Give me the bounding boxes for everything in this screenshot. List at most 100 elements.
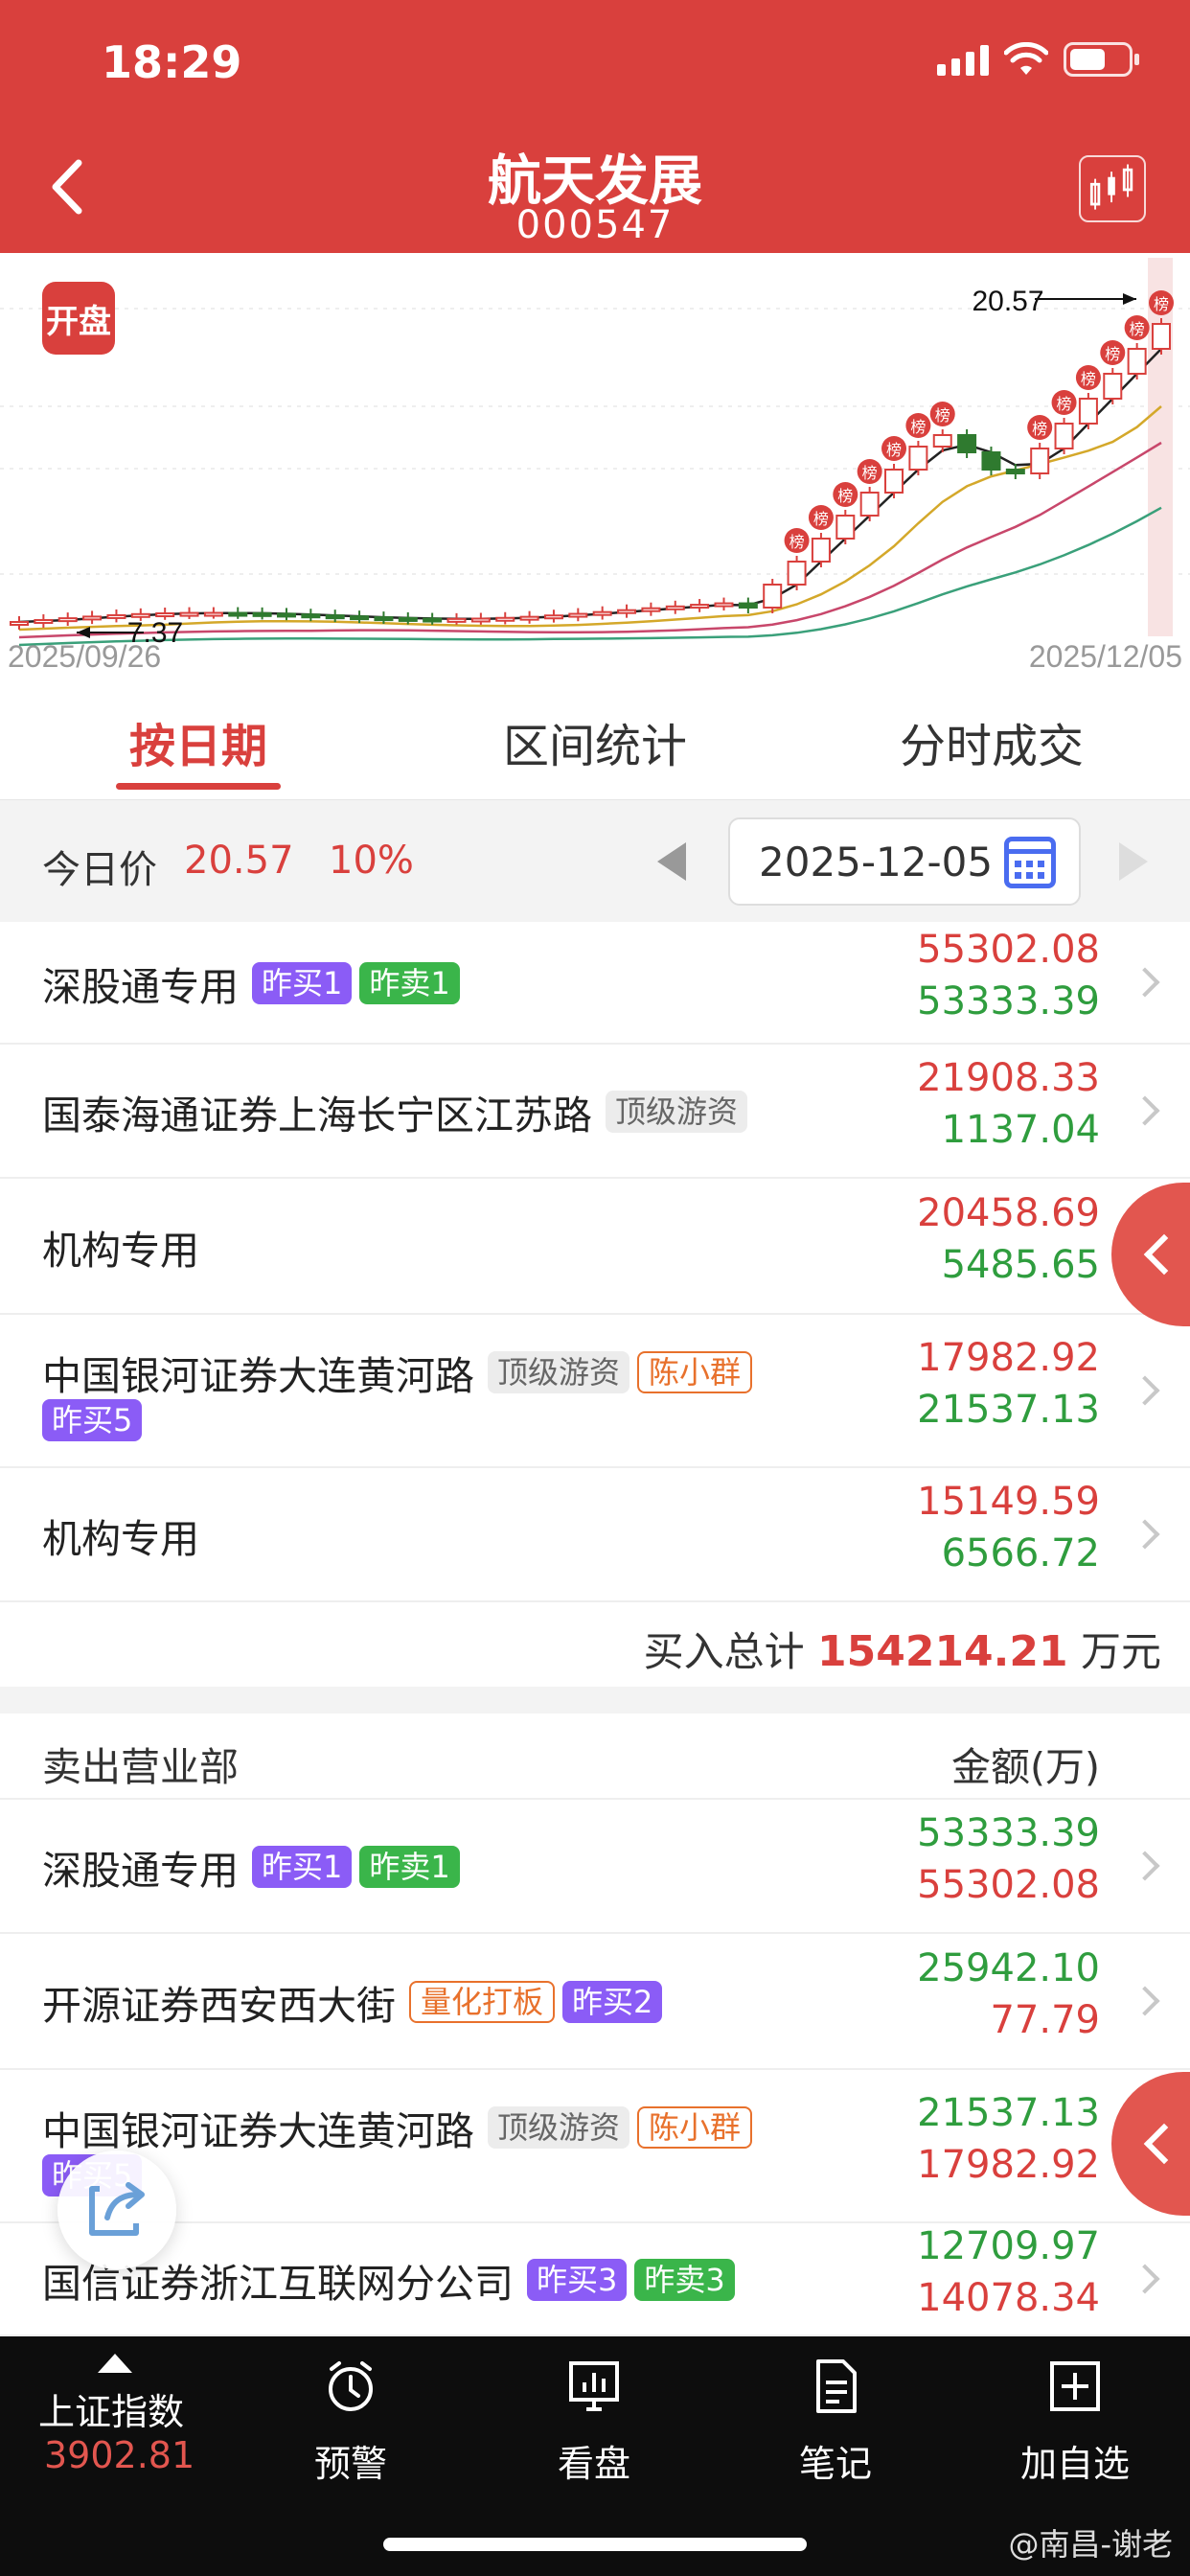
chevron-right-icon	[1130, 1095, 1160, 1126]
broker-row[interactable]: 国泰海通证券上海长宁区江苏路 顶级游资 21908.33 1137.04	[0, 1045, 1190, 1179]
candle-body	[106, 613, 126, 619]
date-picker-value: 2025-12-05	[759, 839, 994, 886]
sell-amount: 6566.72	[941, 1531, 1100, 1576]
wifi-icon	[1004, 42, 1048, 75]
status-time: 18:29	[102, 36, 242, 88]
nav-watch-label: 看盘	[557, 2443, 630, 2485]
today-price-value: 20.57	[184, 839, 294, 883]
candle	[592, 606, 612, 620]
tab-range-stats[interactable]: 区间统计	[397, 684, 793, 799]
tab-bar: 按日期 区间统计 分时成交	[0, 684, 1190, 799]
home-indicator[interactable]	[383, 2538, 807, 2551]
prev-date-arrow-icon[interactable]	[657, 842, 686, 881]
buy-amount: 17982.92	[917, 1336, 1100, 1380]
add-favorite-icon	[1050, 2361, 1100, 2411]
tab-by-date[interactable]: 按日期	[0, 684, 397, 799]
broker-row[interactable]: 国信证券浙江互联网分公司 昨买3 昨卖3 12709.97 14078.34	[0, 2223, 1190, 2336]
broker-row[interactable]: 机构专用 15149.59 6566.72	[0, 1468, 1190, 1602]
candle	[763, 579, 783, 613]
candle	[884, 464, 904, 498]
candle	[1127, 343, 1147, 380]
buy-amount: 21537.13	[917, 2091, 1100, 2135]
price-bar: 今日价 20.57 10% 2025-12-05	[0, 799, 1190, 922]
broker-row[interactable]: 中国银河证券大连黄河路 顶级游资 陈小群 昨买5 17982.92 21537.13	[0, 1315, 1190, 1468]
broker-row[interactable]: 机构专用 20458.69 5485.65	[0, 1179, 1190, 1315]
broker-row[interactable]: 开源证券西安西大街 量化打板 昨买2 25942.10 77.79	[0, 1934, 1190, 2070]
candle-body	[543, 614, 563, 620]
candle-body	[714, 602, 734, 608]
tab-intraday-trades[interactable]: 分时成交	[793, 684, 1190, 799]
candle	[690, 599, 710, 612]
candle	[276, 608, 296, 621]
broker-tag: 昨买3	[527, 2259, 628, 2301]
buy-amount: 53333.39	[917, 1811, 1100, 1855]
candle-body	[641, 607, 661, 612]
app-header: 18:29 航天发展 000547	[0, 0, 1190, 253]
open-badge[interactable]: 开盘	[42, 282, 115, 355]
candle	[228, 607, 248, 619]
chart-max-label: 20.57	[972, 286, 1043, 317]
buy-total: 买入总计 154214.21 万元	[0, 1602, 1190, 1687]
chevron-right-icon	[1130, 2264, 1160, 2294]
broker-name: 机构专用	[42, 1516, 199, 1562]
today-price-label: 今日价	[42, 848, 157, 892]
broker-name-line: 机构专用	[42, 1506, 866, 1564]
candle	[665, 600, 685, 614]
note-icon	[816, 2359, 857, 2413]
broker-tag: 顶级游资	[606, 1091, 748, 1133]
rank-marker-label: 榜	[1130, 320, 1145, 338]
sell-amount: 55302.08	[917, 1863, 1100, 1907]
candle-body	[1054, 423, 1074, 449]
candle-body	[301, 613, 321, 619]
candle-body	[34, 619, 54, 625]
candle-body	[350, 615, 370, 621]
candle-body	[617, 609, 637, 614]
candle-body	[446, 617, 467, 623]
broker-row[interactable]: 深股通专用 昨买1 昨卖1 53333.39 55302.08	[0, 1800, 1190, 1934]
broker-tag: 顶级游资	[488, 2106, 630, 2149]
buy-total-value: 154214.21	[816, 1627, 1068, 1676]
candle	[519, 610, 539, 624]
candle-body	[252, 611, 272, 617]
status-icons	[937, 42, 1139, 77]
candle-body	[592, 610, 612, 616]
broker-tag: 量化打板	[409, 1981, 556, 2023]
rank-marker-label: 榜	[813, 510, 829, 528]
broker-row[interactable]: 中国银河证券大连黄河路顶级游资陈小群昨买521537.1317982.92	[0, 2070, 1190, 2223]
candle-body	[470, 617, 491, 623]
next-date-arrow-icon[interactable]	[1119, 842, 1148, 881]
candle-body	[763, 584, 783, 609]
sell-amount: 53333.39	[917, 979, 1100, 1024]
rank-marker-label: 榜	[910, 418, 926, 436]
rank-marker-label: 榜	[935, 406, 950, 425]
today-change-pct: 10%	[329, 839, 414, 883]
candle-body	[179, 611, 199, 617]
candle-body	[1005, 469, 1025, 474]
nav-add-favorite-label: 加自选	[1019, 2443, 1130, 2485]
share-button[interactable]	[57, 2150, 176, 2269]
candle-body	[82, 615, 103, 621]
candle	[1152, 318, 1171, 355]
buy-amount: 12709.97	[917, 2224, 1100, 2268]
date-picker[interactable]: 2025-12-05	[728, 817, 1081, 906]
sell-header: 卖出营业部 金额(万)	[0, 1714, 1190, 1800]
candle	[446, 612, 467, 625]
candlestick-icon[interactable]	[1079, 155, 1146, 222]
calendar-icon	[1004, 837, 1056, 888]
rank-marker-label: 榜	[790, 533, 805, 551]
buy-total-text: 买入总计 154214.21 万元	[644, 1620, 1161, 1678]
price-chart[interactable]: 榜榜榜榜榜榜榜榜榜榜榜榜榜 20.57 7.37 2025/09/26 2025…	[0, 253, 1190, 684]
candle-body	[1152, 323, 1171, 350]
candle-body	[811, 538, 831, 563]
candle	[106, 609, 126, 623]
nav-alert-label: 预警	[313, 2443, 387, 2485]
candle-body	[738, 602, 758, 610]
broker-name-line: 中国银河证券大连黄河路 顶级游资 陈小群	[42, 2099, 866, 2156]
index-quote[interactable]: 上证指数 3902.81	[0, 2336, 230, 2518]
broker-row[interactable]: 深股通专用 昨买1 昨卖1 55302.08 53333.39	[0, 922, 1190, 1045]
broker-tag: 昨卖1	[359, 1846, 460, 1888]
broker-name-line: 开源证券西安西大街 量化打板 昨买2	[42, 1973, 866, 2031]
candle	[34, 614, 54, 628]
broker-tag: 昨买1	[252, 962, 353, 1004]
buy-amount: 15149.59	[917, 1480, 1100, 1524]
